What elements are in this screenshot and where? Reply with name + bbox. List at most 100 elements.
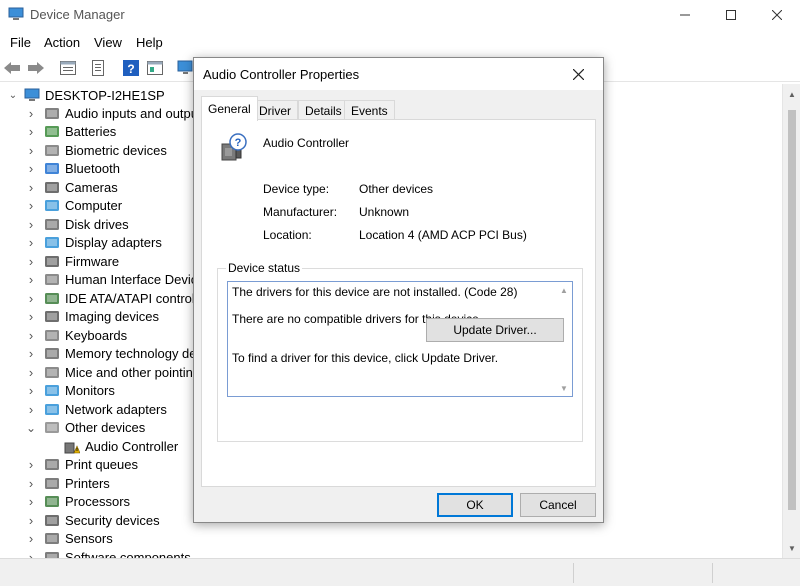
menu-bar: File Action View Help [0,30,800,54]
chevron-right-icon[interactable]: › [26,548,36,559]
chevron-right-icon[interactable]: › [26,234,36,252]
tab-general[interactable]: General [201,96,258,121]
tree-item-label: Printers [65,475,110,491]
chevron-right-icon[interactable]: › [26,511,36,529]
menu-action[interactable]: Action [44,35,80,50]
document-button[interactable] [88,58,108,78]
tree-item-label: Biometric devices [65,142,167,158]
tree-category-item[interactable]: › Imaging devices [29,308,159,326]
tree-category-item[interactable]: › Biometric devices [29,141,167,159]
tree-category-item[interactable]: › Human Interface Devices [29,271,211,289]
tree-category-item[interactable]: › Firmware [29,252,119,270]
tree-category-item[interactable]: › Monitors [29,382,115,400]
keyboard-icon [45,329,59,341]
chevron-right-icon[interactable]: › [26,141,36,159]
chevron-right-icon[interactable]: › [26,178,36,196]
properties-view-button[interactable] [58,58,78,78]
imaging-device-icon [45,311,59,322]
computer-icon [45,200,59,211]
chevron-right-icon[interactable]: › [26,197,36,215]
chevron-right-icon[interactable]: › [26,160,36,178]
chevron-right-icon[interactable]: › [26,530,36,548]
close-button[interactable] [754,0,800,30]
tree-category-item[interactable]: › Batteries [29,123,116,141]
tab-details[interactable]: Details [298,100,349,120]
tree-item-label: Monitors [65,383,115,398]
help-button[interactable]: ? [121,58,141,78]
chevron-down-icon[interactable]: ⌄ [26,419,36,437]
disk-drive-icon [45,218,59,230]
chevron-right-icon[interactable]: › [26,289,36,307]
tree-category-item[interactable]: › Network adapters [29,400,167,418]
menu-file[interactable]: File [10,35,31,50]
tree-category-item[interactable]: › Sensors [29,530,113,548]
chevron-right-icon[interactable]: › [26,123,36,141]
maximize-button[interactable] [708,0,754,30]
tree-item-label: Print queues [65,457,138,472]
tree-category-item[interactable]: › Disk drives [29,215,129,233]
general-tab-panel: ? Audio Controller Device type: Other de… [201,119,596,487]
scroll-up-icon[interactable]: ▲ [557,283,571,297]
tree-item-label: Bluetooth [65,161,120,176]
tree-item-label: Imaging devices [65,309,159,324]
chevron-right-icon[interactable]: › [26,271,36,289]
battery-icon [45,126,59,137]
tree-category-item[interactable]: ⌄ Other devices [26,419,145,437]
software-component-icon [45,551,59,558]
action-view-button[interactable] [145,58,165,78]
tree-category-item[interactable]: › Computer [29,197,122,215]
tree-category-item[interactable]: › Software components [29,548,191,558]
chevron-right-icon[interactable]: › [26,308,36,326]
print-queue-icon [45,459,59,470]
camera-icon [45,181,59,193]
tree-root-computer[interactable]: ⌄ DESKTOP-I2HE1SP [8,86,165,104]
tree-category-item[interactable]: › Processors [29,493,130,511]
chevron-right-icon[interactable]: › [26,400,36,418]
tree-category-item[interactable]: › Audio inputs and outputs [29,104,208,122]
chevron-right-icon[interactable]: › [26,252,36,270]
update-driver-button[interactable]: Update Driver... [426,318,564,342]
chevron-right-icon[interactable]: › [26,104,36,122]
tree-device-item[interactable]: Audio Controller [64,437,178,455]
status-line: To find a driver for this device, click … [232,351,499,365]
cancel-button[interactable]: Cancel [520,493,596,517]
tree-category-item[interactable]: › Bluetooth [29,160,120,178]
menu-view[interactable]: View [94,35,122,50]
ok-button[interactable]: OK [437,493,513,517]
back-button[interactable] [2,58,22,78]
chevron-right-icon[interactable]: › [26,326,36,344]
tree-vertical-scrollbar[interactable]: ▲ ▼ [782,84,800,558]
tree-category-item[interactable]: › IDE ATA/ATAPI controllers [29,289,216,307]
status-divider [712,563,713,583]
close-icon [772,10,782,20]
chevron-right-icon[interactable]: › [26,493,36,511]
tree-category-item[interactable]: › Keyboards [29,326,127,344]
dialog-titlebar: Audio Controller Properties [194,58,603,90]
tree-root-label: DESKTOP-I2HE1SP [45,87,165,103]
tree-category-item[interactable]: › Print queues [29,456,138,474]
chevron-right-icon[interactable]: › [26,474,36,492]
scroll-down-icon[interactable]: ▼ [557,381,571,395]
scroll-thumb[interactable] [788,110,796,510]
close-icon [572,68,584,80]
chevron-right-icon[interactable]: › [26,215,36,233]
chevron-right-icon[interactable]: › [26,345,36,363]
minimize-button[interactable] [662,0,708,30]
tree-category-item[interactable]: › Security devices [29,511,160,529]
chevron-right-icon[interactable]: › [26,456,36,474]
tab-driver[interactable]: Driver [252,100,298,120]
status-bar [0,558,800,586]
tree-category-item[interactable]: › Cameras [29,178,118,196]
dialog-close-button[interactable] [564,62,592,86]
tab-events[interactable]: Events [344,100,395,120]
tree-category-item[interactable]: › Printers [29,474,110,492]
menu-help[interactable]: Help [136,35,163,50]
tree-category-item[interactable]: › Display adapters [29,234,162,252]
forward-button[interactable] [26,58,46,78]
chevron-right-icon[interactable]: › [26,382,36,400]
chevron-down-icon[interactable]: ⌄ [8,86,18,104]
scroll-up-icon[interactable]: ▲ [783,86,800,102]
device-status-group: Device status The drivers for this devic… [217,261,583,442]
chevron-right-icon[interactable]: › [26,363,36,381]
scroll-down-icon[interactable]: ▼ [783,540,800,556]
